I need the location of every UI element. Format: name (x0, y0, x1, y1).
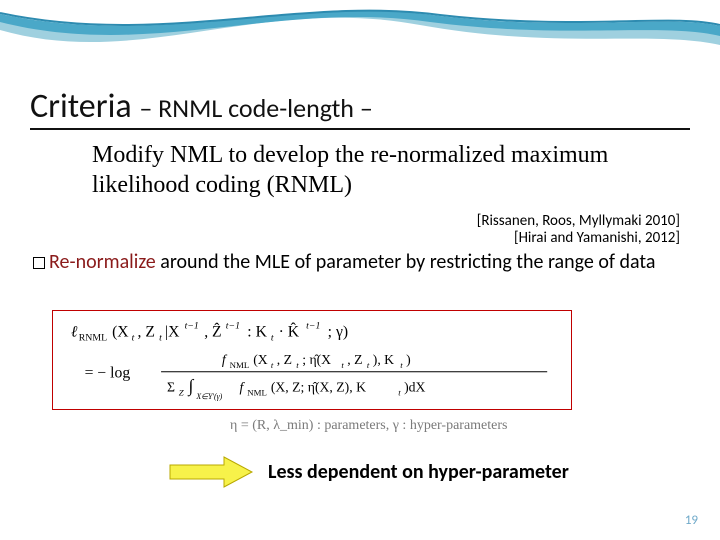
svg-text:, Z: , Z (347, 352, 362, 367)
formula-line1: ℓ (71, 323, 78, 340)
citation-2: [Hirai and Yamanishi, 2012] (477, 230, 680, 247)
svg-text:t: t (341, 360, 344, 370)
svg-text:X∈Y'(γ): X∈Y'(γ) (195, 392, 222, 401)
svg-text:t: t (159, 332, 162, 343)
svg-text:t: t (400, 360, 403, 370)
svg-text:Z: Z (179, 387, 184, 397)
svg-text:): ) (406, 352, 411, 368)
params-note: η = (R, λ_min) : parameters, γ : hyper-p… (230, 418, 507, 434)
svg-text:, Ẑ: , Ẑ (204, 321, 221, 340)
subtitle: Modify NML to develop the re-normalized … (92, 140, 652, 200)
title-underline (30, 128, 690, 130)
wave-decoration (0, 0, 720, 90)
svg-text:· K̂: · K̂ (279, 321, 300, 340)
slide-title: Criteria – RNML code-length – (30, 86, 690, 127)
renorm-rest: around the MLE of parameter by restricti… (156, 250, 656, 274)
svg-text:∫: ∫ (188, 375, 195, 396)
svg-text:(X: (X (253, 352, 268, 368)
title-sub: – RNML code-length – (139, 92, 372, 124)
formula-denominator: Σ (167, 379, 175, 394)
svg-text:f: f (239, 379, 245, 394)
svg-text:t−1: t−1 (306, 321, 320, 332)
hyper-param-text: Less dependent on hyper-parameter (268, 460, 569, 484)
svg-text:NML: NML (247, 387, 267, 397)
page-number: 19 (685, 513, 698, 528)
svg-text:NML: NML (230, 360, 250, 370)
svg-text:), K: ), K (373, 352, 394, 368)
svg-text:t: t (271, 360, 274, 370)
renormalize-text: Re-normalize around the MLE of parameter… (33, 250, 683, 274)
renorm-lead: Re-normalize (49, 250, 156, 274)
formula-box: ℓ RNML (X t , Z t |X t−1 , Ẑ t−1 : K t ·… (52, 310, 572, 410)
formula-eq: = − log (85, 365, 131, 382)
svg-text:(X, Z; η̂(X, Z), K: (X, Z; η̂(X, Z), K (271, 379, 366, 395)
bullet-square-icon (33, 257, 45, 269)
svg-text:t: t (367, 360, 370, 370)
svg-text:(X: (X (112, 323, 129, 340)
formula-svg: ℓ RNML (X t , Z t |X t−1 , Ẑ t−1 : K t ·… (53, 311, 571, 409)
citations: [Rissanen, Roos, Myllymaki 2010] [Hirai … (477, 213, 680, 248)
svg-text:|X: |X (165, 323, 180, 340)
svg-text:t: t (398, 387, 401, 397)
svg-text:, Z: , Z (277, 352, 292, 367)
slide: { "title": { "main": "Criteria ", "sub":… (0, 0, 720, 540)
svg-text:, Z: , Z (138, 323, 155, 340)
svg-text:RNML: RNML (79, 332, 107, 343)
svg-text:; η̂(X: ; η̂(X (302, 352, 331, 368)
svg-text:)dX: )dX (404, 379, 425, 395)
citation-1: [Rissanen, Roos, Myllymaki 2010] (477, 213, 680, 230)
svg-text:t: t (296, 360, 299, 370)
svg-text:; γ): ; γ) (328, 323, 348, 340)
svg-text:t: t (132, 332, 135, 343)
svg-text:t−1: t−1 (185, 321, 199, 332)
title-main: Criteria (30, 86, 139, 127)
svg-text:: K: : K (247, 323, 267, 340)
arrow-icon (168, 455, 254, 489)
formula-numerator: f (222, 352, 228, 367)
svg-text:t: t (271, 332, 274, 343)
svg-text:t−1: t−1 (226, 321, 240, 332)
